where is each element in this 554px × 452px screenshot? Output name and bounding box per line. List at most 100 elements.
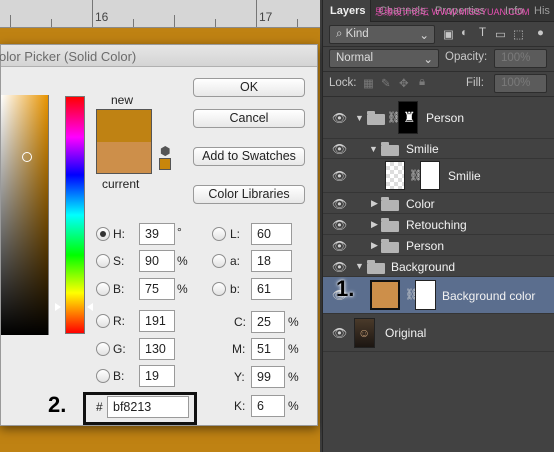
group-expanded-arrow-icon[interactable]: ▼	[355, 113, 364, 123]
filter-shape-icon[interactable]: ▭	[495, 27, 506, 41]
visibility-eye-icon[interactable]: 👁︎	[332, 326, 347, 340]
gamut-color-swatch[interactable]	[159, 158, 171, 170]
field-l[interactable]: 60	[251, 223, 292, 245]
field-g[interactable]: 130	[139, 338, 175, 360]
radio-g[interactable]	[96, 342, 110, 356]
layer-row-background-color[interactable]: 👁︎ ⛓ Background color	[323, 277, 554, 314]
radio-b[interactable]	[96, 282, 110, 296]
field-y[interactable]: 99	[251, 366, 285, 388]
group-collapsed-arrow-icon[interactable]: ▶	[371, 198, 378, 209]
group-mask-thumbnail[interactable]: ♜	[398, 101, 418, 134]
fill-input[interactable]: 100%	[494, 74, 547, 93]
layer-row-smilie-group[interactable]: 👁︎ ▼ Smilie	[323, 139, 554, 159]
layer-name[interactable]: Retouching	[406, 218, 467, 232]
layer-name[interactable]: Background color	[442, 289, 535, 303]
layer-row-background-group[interactable]: 👁︎ ▼ Background	[323, 256, 554, 277]
layer-thumbnail[interactable]: ☺	[354, 318, 375, 348]
lock-position-icon[interactable]: ✥	[399, 76, 409, 90]
hue-slider[interactable]	[65, 96, 85, 334]
dialog-title-bar[interactable]: olor Picker (Solid Color)	[0, 45, 317, 67]
tab-layers[interactable]: Layers	[323, 0, 371, 22]
group-expanded-arrow-icon[interactable]: ▼	[355, 261, 364, 271]
current-color-swatch[interactable]	[96, 142, 152, 174]
layer-name[interactable]: Person	[426, 111, 464, 125]
add-to-swatches-button[interactable]: Add to Swatches	[193, 147, 305, 166]
ok-button[interactable]: OK	[193, 78, 305, 97]
layer-row-person-subgroup[interactable]: 👁︎ ▶ Person	[323, 235, 554, 256]
visibility-eye-icon[interactable]: 👁︎	[332, 142, 347, 156]
visibility-eye-icon[interactable]: 👁︎	[332, 260, 347, 274]
filter-type-icon[interactable]: T	[479, 27, 486, 39]
blend-mode-select[interactable]: Normal ⌄	[329, 49, 439, 68]
layer-name[interactable]: Person	[406, 239, 444, 253]
filter-pixel-icon[interactable]: ▣	[443, 27, 454, 41]
filter-toggle-icon[interactable]: ●	[537, 27, 544, 39]
field-b[interactable]: 75	[139, 278, 175, 300]
group-expanded-arrow-icon[interactable]: ▼	[369, 144, 378, 154]
saturation-brightness-field[interactable]	[1, 95, 49, 335]
layer-name[interactable]: Smilie	[406, 142, 439, 156]
lock-transparent-icon[interactable]: ▦	[363, 76, 374, 90]
layer-name[interactable]: Original	[385, 326, 426, 340]
hex-input[interactable]: bf8213	[107, 396, 189, 418]
radio-a[interactable]	[212, 254, 226, 268]
layer-row-smilie[interactable]: 👁︎ ⛓ Smilie	[323, 159, 554, 193]
visibility-eye-icon[interactable]: 👁︎	[332, 218, 347, 232]
person-photo-icon: ☺	[358, 326, 371, 340]
field-lab-b[interactable]: 61	[251, 278, 292, 300]
radio-s[interactable]	[96, 254, 110, 268]
panel-tab-bar: Layers Channels Properties Info His 思缘设计…	[323, 0, 554, 22]
layer-name[interactable]: Background	[391, 260, 455, 274]
radio-blue[interactable]	[96, 369, 110, 383]
layer-row-original[interactable]: 👁︎ ☺ Original	[323, 314, 554, 352]
layer-mask-thumbnail[interactable]	[415, 280, 436, 310]
color-field-marker-icon[interactable]	[22, 152, 32, 162]
radio-r[interactable]	[96, 314, 110, 328]
radio-lab-b[interactable]	[212, 282, 226, 296]
hue-slider-left-arrow-icon[interactable]	[55, 303, 61, 311]
unit-h: °	[177, 225, 182, 239]
cancel-button[interactable]: Cancel	[193, 109, 305, 128]
label-b: B:	[113, 282, 125, 296]
group-collapsed-arrow-icon[interactable]: ▶	[371, 240, 378, 251]
filter-search-icon: ⌕	[336, 28, 343, 40]
color-picker-dialog: olor Picker (Solid Color) new current ⬢ …	[0, 44, 318, 426]
field-a[interactable]: 18	[251, 250, 292, 272]
tab-histogram[interactable]: His	[534, 5, 550, 17]
label-l: L:	[230, 227, 241, 241]
layer-thumbnail[interactable]	[385, 161, 405, 190]
dialog-title: olor Picker (Solid Color)	[0, 49, 137, 64]
fill-layer-thumbnail[interactable]	[370, 280, 400, 310]
visibility-eye-icon[interactable]: 👁︎	[332, 111, 347, 125]
layer-name[interactable]: Smilie	[448, 169, 481, 183]
filter-adjustment-icon[interactable]: ◐	[461, 27, 468, 39]
layer-row-retouching-group[interactable]: 👁︎ ▶ Retouching	[323, 214, 554, 235]
opacity-input[interactable]: 100%	[494, 49, 547, 68]
radio-h[interactable]	[96, 227, 110, 241]
visibility-eye-icon[interactable]: 👁︎	[332, 197, 347, 211]
group-collapsed-arrow-icon[interactable]: ▶	[371, 219, 378, 230]
layer-row-color-group[interactable]: 👁︎ ▶ Color	[323, 193, 554, 214]
folder-icon	[381, 142, 399, 156]
web-safe-cube-icon[interactable]: ⬢	[160, 144, 170, 158]
radio-l[interactable]	[212, 227, 226, 241]
label-blue: B:	[113, 369, 125, 383]
layer-name[interactable]: Color	[406, 197, 435, 211]
layer-filter-select[interactable]: ⌕ Kind ⌄	[329, 25, 435, 44]
field-r[interactable]: 191	[139, 310, 175, 332]
lock-paint-icon[interactable]: ✎	[381, 76, 391, 90]
field-c[interactable]: 25	[251, 311, 285, 333]
layer-mask-thumbnail[interactable]	[420, 161, 440, 190]
field-s[interactable]: 90	[139, 250, 175, 272]
hue-slider-right-arrow-icon[interactable]	[87, 303, 93, 311]
layer-row-person-group[interactable]: 👁︎ ▼ ⛓ ♜ Person	[323, 97, 554, 139]
visibility-eye-icon[interactable]: 👁︎	[332, 169, 347, 183]
field-m[interactable]: 51	[251, 338, 285, 360]
filter-smart-object-icon[interactable]: ⬚	[513, 27, 524, 41]
visibility-eye-icon[interactable]: 👁︎	[332, 239, 347, 253]
lock-all-icon[interactable]: 🔒︎	[419, 76, 425, 89]
field-blue[interactable]: 19	[139, 365, 175, 387]
field-h[interactable]: 39	[139, 223, 175, 245]
color-libraries-button[interactable]: Color Libraries	[193, 185, 305, 204]
field-k[interactable]: 6	[251, 395, 285, 417]
